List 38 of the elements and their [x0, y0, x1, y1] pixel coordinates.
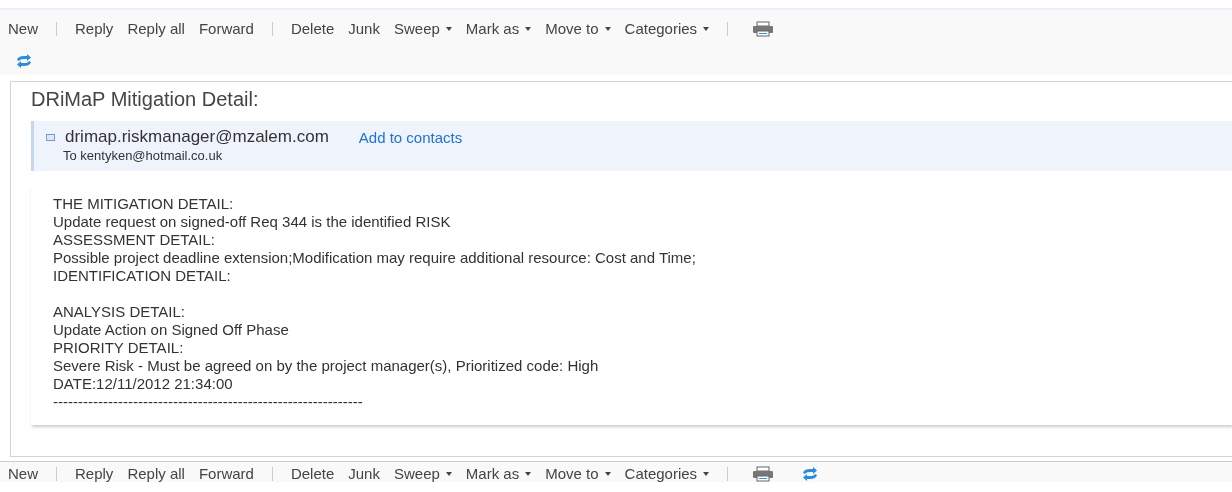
body-line: Possible project deadline extension;Modification may require additional resource: Cost and Time;: [53, 249, 697, 267]
sender-address: drimap.riskmanager@mzalem.com: [65, 127, 329, 147]
toolbar-menu-button[interactable]: Mark as: [465, 20, 532, 37]
toolbar-button[interactable]: New: [8, 20, 38, 37]
toolbar-menu-button[interactable]: Sweep: [393, 465, 452, 482]
toolbar-menu-button[interactable]: Categories: [624, 20, 710, 37]
body-line: Update Action on Signed Off Phase: [53, 321, 290, 339]
recipient-line: To kentyken@hotmail.co.uk: [63, 148, 224, 163]
body-line: ANALYSIS DETAIL:: [53, 303, 186, 321]
toolbar-button[interactable]: Delete: [290, 465, 335, 482]
printer-icon: [752, 20, 775, 37]
toolbar-button[interactable]: Junk: [348, 465, 380, 482]
body-line: DATE:12/11/2012 21:34:00: [53, 375, 234, 393]
toolbar-button[interactable]: Delete: [290, 20, 335, 37]
body-line: PRIORITY DETAIL:: [53, 339, 185, 357]
toolbar-button[interactable]: Junk: [348, 20, 380, 37]
toolbar-button[interactable]: Reply all: [127, 465, 185, 482]
refresh-icon: [14, 53, 34, 69]
toolbar-menu-button[interactable]: Move to: [545, 465, 611, 482]
message-subject: DRiMaP Mitigation Detail:: [31, 88, 260, 111]
toolbar-button[interactable]: Forward: [198, 20, 254, 37]
toolbar-menu-button[interactable]: Sweep: [393, 20, 452, 37]
toolbar-button[interactable]: Reply all: [127, 20, 185, 37]
toolbar-button[interactable]: Forward: [198, 465, 254, 482]
toolbar-menu-button[interactable]: Move to: [545, 20, 611, 37]
body-line: IDENTIFICATION DETAIL:: [53, 267, 232, 285]
toolbar-menu-button[interactable]: Mark as: [465, 465, 532, 482]
toolbar-button[interactable]: New: [8, 465, 38, 482]
body-line: --------------------------------------------------------------: [53, 393, 364, 411]
toolbar-button[interactable]: Reply: [75, 20, 114, 37]
collapse-toggle[interactable]: [46, 133, 55, 141]
add-to-contacts-link[interactable]: Add to contacts: [358, 128, 463, 146]
body-line: ASSESSMENT DETAIL:: [53, 231, 216, 249]
body-line: Update request on signed-off Req 344 is the identified RISK: [53, 213, 452, 231]
body-line: Severe Risk - Must be agreed on by the project manager(s), Prioritized code: High: [53, 357, 600, 375]
toolbar-button[interactable]: Reply: [75, 465, 114, 482]
toolbar-menu-button[interactable]: Categories: [624, 465, 710, 482]
body-line: THE MITIGATION DETAIL:: [53, 195, 235, 213]
